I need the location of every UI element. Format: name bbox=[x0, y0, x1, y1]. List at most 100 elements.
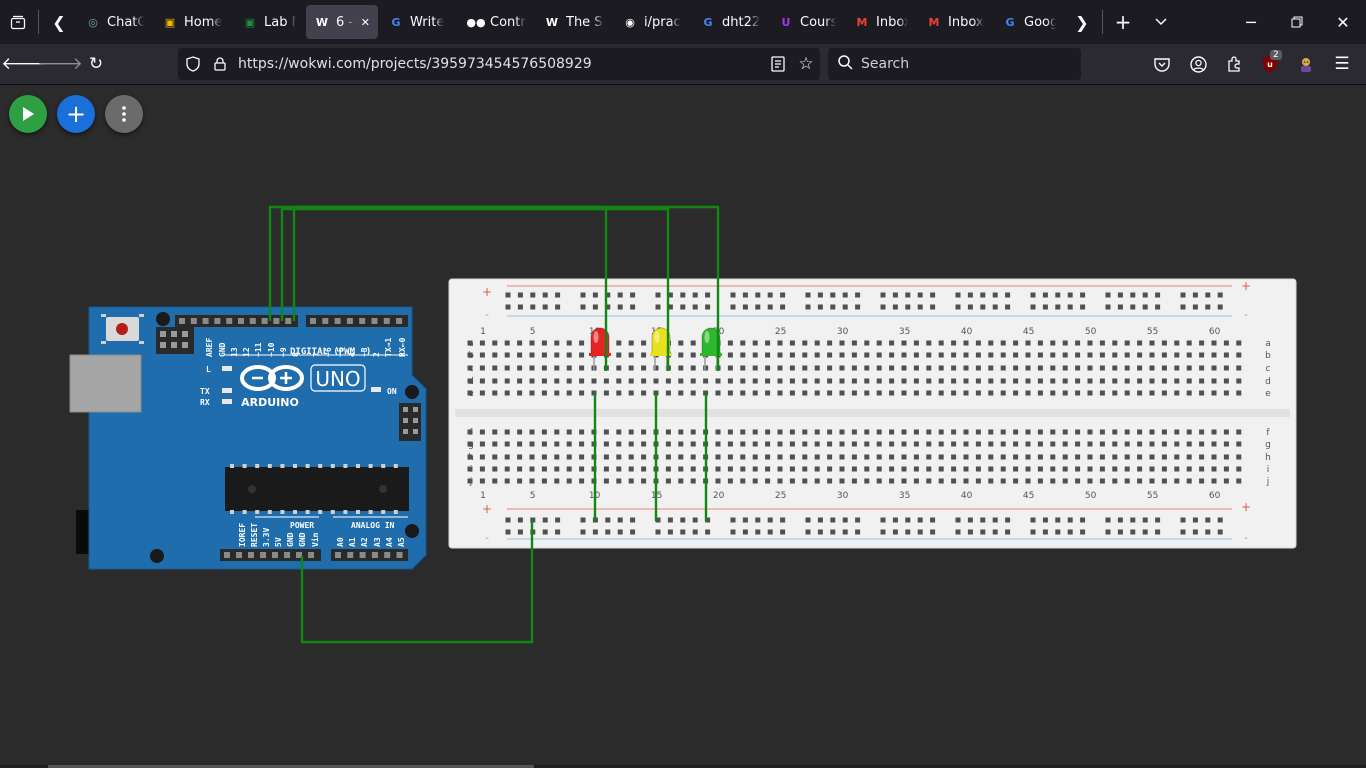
header-pin[interactable] bbox=[371, 552, 378, 558]
header-pin[interactable] bbox=[273, 318, 280, 324]
tab-6[interactable]: W The Se bbox=[536, 5, 612, 39]
header-pin[interactable] bbox=[238, 318, 244, 324]
led-rx bbox=[222, 399, 232, 404]
forward-icon[interactable]: 🡒 bbox=[37, 48, 83, 80]
tab-4[interactable]: G Write bbox=[380, 5, 458, 39]
header-pin[interactable] bbox=[347, 552, 354, 558]
pin-label: 3.3V bbox=[262, 528, 271, 547]
tab-5[interactable]: ●● Contr bbox=[460, 5, 534, 39]
header-pin[interactable] bbox=[261, 318, 268, 324]
header-pin[interactable] bbox=[359, 318, 366, 324]
tab-10[interactable]: M Inbox bbox=[846, 5, 916, 39]
tab-2[interactable]: ▣ Lab M bbox=[234, 5, 304, 39]
pin-label: A4 bbox=[385, 537, 394, 547]
row-letter-c: c bbox=[469, 364, 474, 374]
header-pin[interactable] bbox=[383, 318, 390, 324]
header-pin[interactable] bbox=[322, 318, 329, 324]
scroll-tabs-right-icon[interactable]: ❯ bbox=[1064, 4, 1100, 40]
reload-icon[interactable]: ↻ bbox=[78, 48, 114, 80]
tab-bar: ❮ ◎ ChatGPT ▣ Home ▣ Lab M W 6 - ✕ G Write ●● Contr W… bbox=[0, 0, 1366, 44]
close-tab-icon[interactable]: ✕ bbox=[361, 16, 370, 29]
row-letter-e: e bbox=[1265, 389, 1271, 399]
header-pin[interactable] bbox=[202, 318, 209, 324]
header-pin[interactable] bbox=[236, 552, 242, 558]
lock-icon[interactable] bbox=[208, 57, 232, 71]
tab-1[interactable]: ▣ Home bbox=[154, 5, 232, 39]
header-pin[interactable] bbox=[384, 552, 391, 558]
pin-label: GND bbox=[298, 532, 307, 547]
header-pin[interactable] bbox=[249, 318, 256, 324]
header-pin[interactable] bbox=[260, 552, 266, 558]
tab-11[interactable]: M Inbox bbox=[918, 5, 992, 39]
scroll-tabs-left-icon[interactable]: ❮ bbox=[41, 4, 77, 40]
header-pin[interactable] bbox=[190, 318, 197, 324]
pin-label: 12 bbox=[242, 347, 251, 357]
chatgpt-icon: ◎ bbox=[88, 15, 98, 29]
header-pin[interactable] bbox=[285, 318, 292, 324]
rail-minus-bottom-left: - bbox=[485, 533, 489, 544]
header-pin[interactable] bbox=[334, 318, 341, 324]
header-pin[interactable] bbox=[284, 552, 290, 558]
new-tab-icon[interactable]: + bbox=[1105, 4, 1141, 40]
tab-8[interactable]: Gdht22 bbox=[692, 5, 768, 39]
usb-port bbox=[69, 354, 142, 413]
header-pin[interactable] bbox=[335, 552, 341, 558]
header-pin[interactable] bbox=[214, 318, 221, 324]
extension-character-icon[interactable] bbox=[1288, 48, 1324, 80]
tab-9[interactable]: U Cours bbox=[770, 5, 844, 39]
tab-0[interactable]: ◎ ChatGPT bbox=[77, 5, 152, 39]
address-bar[interactable]: https://wokwi.com/projects/3959734545765… bbox=[178, 48, 820, 80]
menu-hamburger-icon[interactable]: ☰ bbox=[1324, 48, 1360, 80]
pin-label: ~9 bbox=[279, 347, 288, 357]
row-letter-d: d bbox=[468, 377, 474, 387]
reader-view-icon[interactable] bbox=[764, 56, 792, 72]
rail-minus-top-right: - bbox=[1244, 310, 1248, 321]
tracking-protection-icon[interactable] bbox=[178, 56, 208, 72]
column-number-25: 25 bbox=[775, 491, 786, 501]
ublock-extension-icon[interactable]: u 2 bbox=[1252, 48, 1288, 80]
row-letter-h: h bbox=[468, 453, 474, 463]
arduino-uno[interactable]: AREFGND1312~11~10~987~6~54~32TX→1RX←0 DI… bbox=[69, 306, 427, 570]
account-icon[interactable] bbox=[1180, 48, 1216, 80]
header-pin[interactable] bbox=[371, 318, 378, 324]
pocket-icon[interactable] bbox=[1144, 48, 1180, 80]
header-pin[interactable] bbox=[224, 552, 230, 558]
list-all-tabs-icon[interactable] bbox=[1143, 4, 1179, 40]
close-window-icon[interactable]: ✕ bbox=[1320, 4, 1366, 40]
gmail-icon: M bbox=[856, 15, 868, 29]
header-pin[interactable] bbox=[308, 552, 314, 558]
tab-3[interactable]: W 6 - ✕ bbox=[306, 5, 378, 39]
extensions-icon[interactable] bbox=[1216, 48, 1252, 80]
breadboard[interactable]: + + - - + + - - 115510101515202025253030… bbox=[448, 278, 1297, 549]
led-l bbox=[222, 366, 232, 371]
column-number-20: 20 bbox=[713, 491, 725, 501]
classroom-icon: ▣ bbox=[244, 15, 256, 29]
bookmark-star-icon[interactable]: ☆ bbox=[792, 54, 820, 74]
tab-list-icon[interactable] bbox=[0, 4, 36, 40]
header-pin[interactable] bbox=[346, 318, 353, 324]
tab-12[interactable]: G Googl bbox=[994, 5, 1064, 39]
rail-plus-top-right: + bbox=[1241, 279, 1251, 293]
header-pin[interactable] bbox=[359, 552, 366, 558]
header-pin[interactable] bbox=[272, 552, 278, 558]
classroom-icon: ▣ bbox=[164, 15, 176, 29]
header-pin[interactable] bbox=[248, 552, 254, 558]
header-pin[interactable] bbox=[310, 318, 316, 324]
search-bar[interactable]: Search bbox=[828, 48, 1081, 80]
analog-in-label: ANALOG IN bbox=[351, 521, 395, 530]
minimize-icon[interactable]: ─ bbox=[1228, 4, 1274, 40]
power-label: POWER bbox=[290, 521, 314, 530]
tab-7[interactable]: ◉ i/prac bbox=[614, 5, 690, 39]
restore-icon[interactable] bbox=[1274, 4, 1320, 40]
header-pin[interactable] bbox=[396, 552, 403, 558]
header-pin[interactable] bbox=[396, 318, 403, 324]
header-pin[interactable] bbox=[226, 318, 233, 324]
led-on bbox=[371, 387, 381, 392]
tab-label: Home bbox=[184, 14, 223, 30]
header-pin[interactable] bbox=[179, 318, 185, 324]
digital-pwm-label: DIGITAL (PWM ~) bbox=[290, 347, 371, 357]
arduino-brand-label: ARDUINO bbox=[241, 396, 299, 409]
google-icon: G bbox=[1005, 15, 1015, 29]
tab-label: The Se bbox=[566, 14, 604, 30]
wokwi-simulator-canvas[interactable]: + + + - - + + - - 1155101015152020252530… bbox=[0, 85, 1366, 768]
